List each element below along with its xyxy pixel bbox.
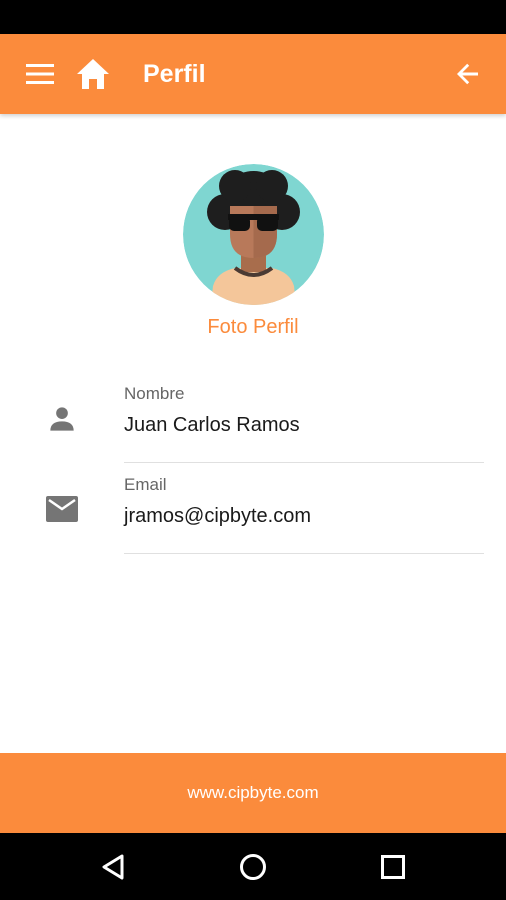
back-triangle-icon [102,854,124,880]
nav-home-button[interactable] [233,849,273,885]
avatar-illustration [183,164,324,305]
app-bar: Perfil [0,34,506,114]
email-field-value[interactable]: jramos@cipbyte.com [124,505,311,528]
home-button[interactable] [70,52,116,96]
home-circle-icon [240,854,266,880]
system-navigation-bar [0,833,506,900]
footer: www.cipbyte.com [0,753,506,833]
status-bar [0,0,506,34]
nav-back-button[interactable] [93,849,133,885]
email-field-label: Email [124,475,167,494]
photo-label[interactable]: Foto Perfil [0,316,506,339]
website-link[interactable]: www.cipbyte.com [187,783,318,803]
page-title: Perfil [143,60,206,88]
profile-avatar[interactable] [183,164,324,305]
menu-icon [26,64,54,84]
name-field-value[interactable]: Juan Carlos Ramos [124,414,300,437]
name-field-label: Nombre [124,384,185,403]
recents-square-icon [381,855,405,879]
person-icon [44,401,80,437]
mail-icon [44,491,80,527]
arrow-back-icon [457,63,478,85]
home-icon [77,59,109,89]
nav-recents-button[interactable] [373,849,413,885]
menu-button[interactable] [14,56,66,92]
name-field[interactable]: Nombre Juan Carlos Ramos [124,384,484,463]
email-field[interactable]: Email jramos@cipbyte.com [124,475,484,554]
back-button[interactable] [446,54,490,94]
